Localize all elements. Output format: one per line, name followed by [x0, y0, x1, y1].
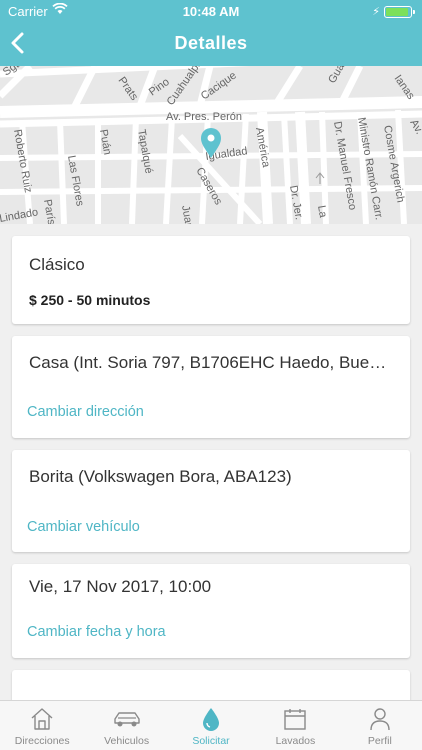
service-price: $ 250 - 50 minutos: [29, 292, 151, 308]
map-street-label: Av. Pres. Perón: [166, 111, 242, 123]
page-title: Detalles: [174, 33, 248, 53]
clock: 10:48 AM: [182, 4, 240, 19]
navigation-header: Carrier 10:48 AM ⚡ Detalles: [0, 0, 422, 66]
change-datetime-link[interactable]: Cambiar fecha y hora: [27, 624, 166, 640]
change-vehicle-link[interactable]: Cambiar vehículo: [27, 519, 140, 535]
battery-icon: [384, 6, 415, 18]
tab-label: Solicitar: [192, 735, 230, 747]
car-icon: [112, 707, 142, 734]
tab-label: Direcciones: [14, 735, 70, 747]
charging-icon: ⚡: [372, 6, 380, 18]
vehicle-card: Borita (Volkswagen Bora, ABA123) Cambiar…: [12, 450, 410, 552]
vehicle-value: Borita (Volkswagen Bora, ABA123): [29, 467, 292, 486]
tab-label: Vehiculos: [104, 735, 150, 747]
tab-vehiculos[interactable]: Vehiculos: [84, 701, 168, 750]
water-drop-icon: [200, 707, 222, 736]
status-bar: Carrier 10:48 AM ⚡: [0, 0, 422, 22]
datetime-card: Vie, 17 Nov 2017, 10:00 Cambiar fecha y …: [12, 564, 410, 658]
tab-direcciones[interactable]: Direcciones: [0, 701, 84, 750]
tab-perfil[interactable]: Perfil: [338, 701, 422, 750]
datetime-value: Vie, 17 Nov 2017, 10:00: [29, 577, 212, 596]
address-value: Casa (Int. Soria 797, B1706EHC Haedo, Bu…: [29, 353, 390, 372]
tab-label: Lavados: [275, 735, 316, 747]
tab-solicitar[interactable]: Solicitar: [169, 701, 253, 750]
person-icon: [369, 707, 391, 734]
address-card: Casa (Int. Soria 797, B1706EHC Haedo, Bu…: [12, 336, 410, 438]
change-address-link[interactable]: Cambiar dirección: [27, 404, 144, 420]
service-name: Clásico: [29, 255, 85, 274]
tab-bar: Direcciones Vehiculos Solicitar Lavados …: [0, 700, 422, 750]
location-map[interactable]: Sgto Prats Pino Cuahualpa Cacique Guaran…: [0, 66, 422, 224]
house-icon: [29, 707, 55, 734]
tab-label: Perfil: [367, 735, 392, 747]
tab-lavados[interactable]: Lavados: [253, 701, 337, 750]
service-card: Clásico $ 250 - 50 minutos: [12, 236, 410, 324]
calendar-icon: [283, 707, 307, 734]
